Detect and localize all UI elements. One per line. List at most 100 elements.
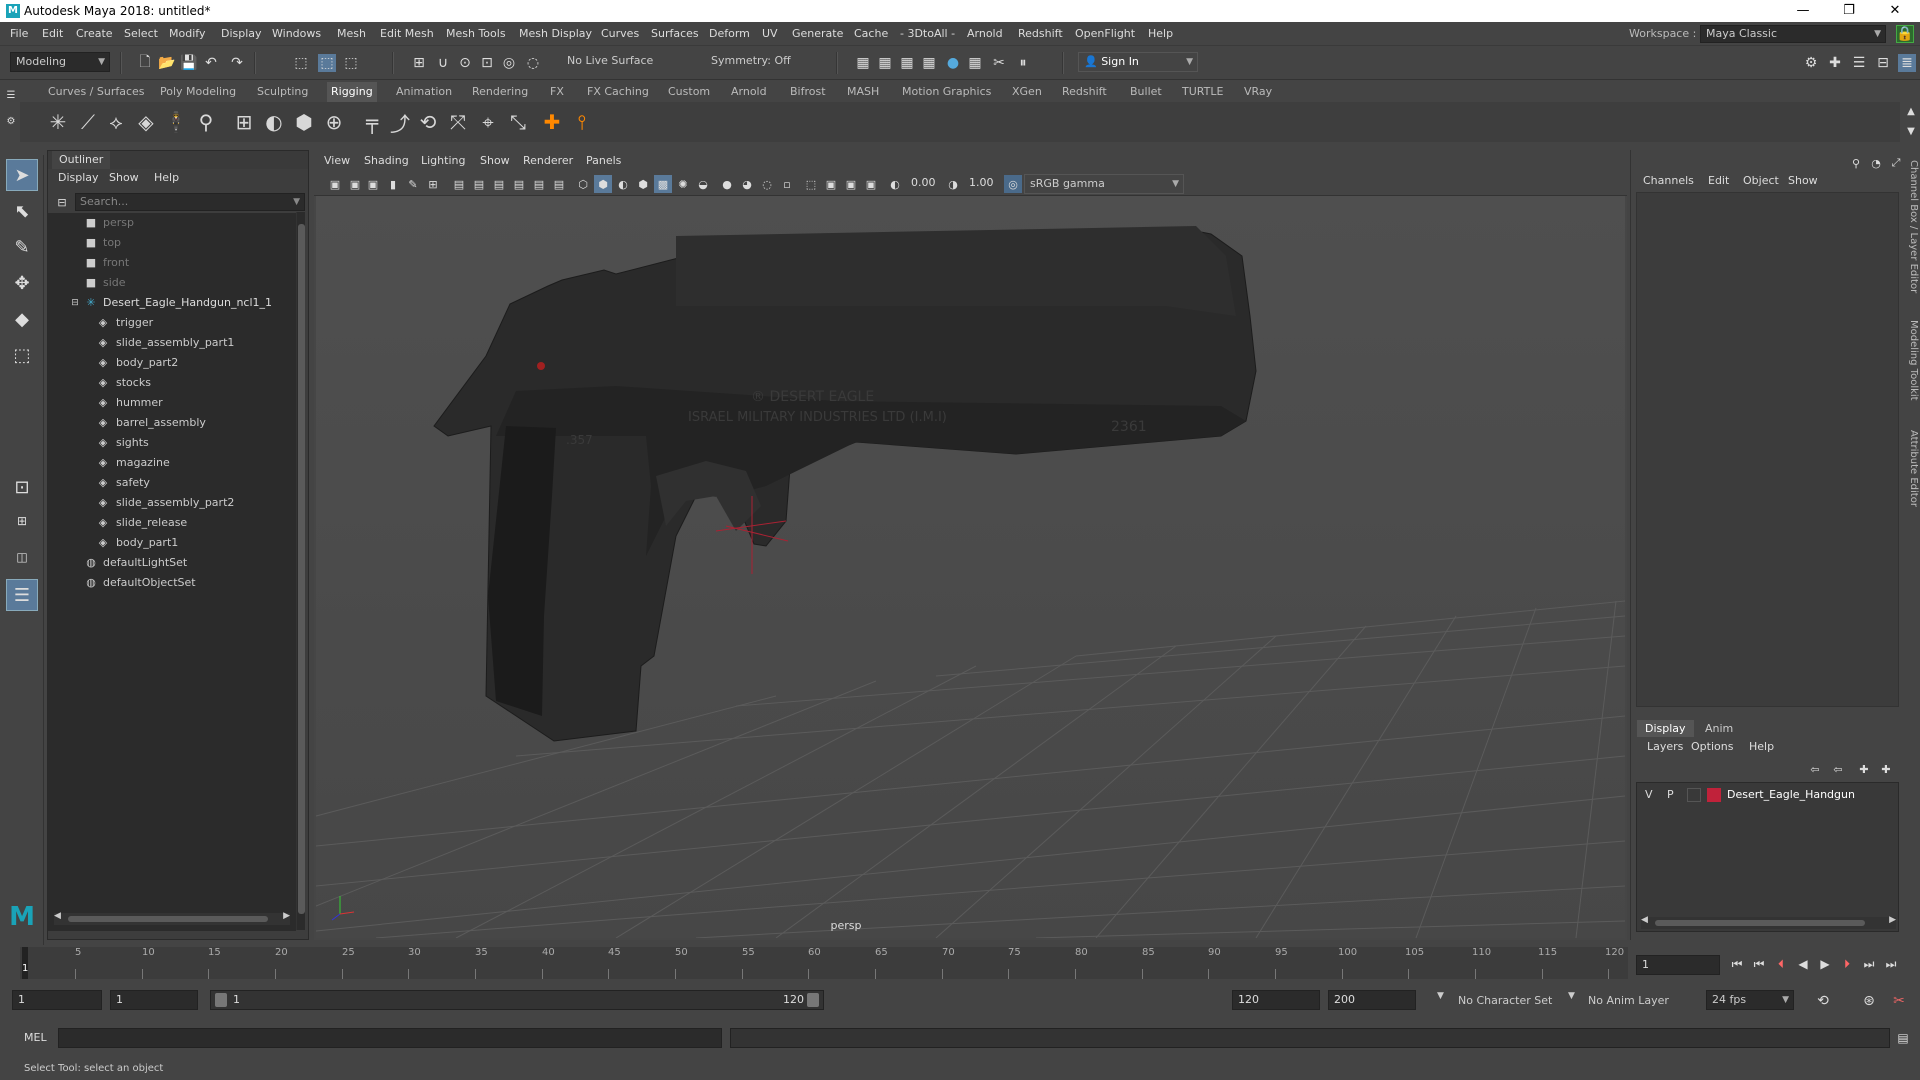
viewport-scene[interactable]: ® DESERT EAGLE ISRAEL MILITARY INDUSTRIE… (315, 196, 1626, 939)
menu-arnold[interactable]: Arnold (967, 27, 1003, 40)
render-settings-icon[interactable]: ▦ (920, 54, 938, 72)
viewport-menu-shading[interactable]: Shading (364, 154, 409, 167)
show-menu[interactable]: Show (1788, 174, 1818, 187)
shelf-tab-animation[interactable]: Animation (396, 85, 452, 98)
skeleton-icon[interactable]: ⚲ (192, 108, 220, 136)
workspace-select[interactable]: Maya Classic ▼ (1700, 25, 1886, 43)
fps-select[interactable]: 24 fps ▼ (1706, 990, 1794, 1010)
menu-openflight[interactable]: OpenFlight (1075, 27, 1135, 40)
undo-icon[interactable]: ↶ (202, 54, 220, 72)
menu-mesh[interactable]: Mesh (337, 27, 366, 40)
playback-end-field[interactable]: 120 (1232, 990, 1320, 1010)
command-input[interactable] (58, 1028, 722, 1048)
hypershade-icon[interactable]: ● (944, 54, 962, 72)
shelf-tab-xgen[interactable]: XGen (1012, 85, 1042, 98)
viewport-menu-lighting[interactable]: Lighting (421, 154, 465, 167)
tree-item-camera[interactable]: ■ side (48, 273, 296, 293)
tree-item-mesh[interactable]: ◈ slide_assembly_part2 (48, 493, 296, 513)
playback-start-field[interactable]: 1 (110, 990, 198, 1010)
live-surface-field[interactable]: No Live Surface (562, 52, 666, 72)
ik-spline-icon[interactable]: ⟡ (102, 108, 130, 136)
isolate-select-icon[interactable]: ⬚ (802, 175, 820, 193)
shelf-tab-fx[interactable]: FX (550, 85, 564, 98)
outliner-menu-help[interactable]: Help (154, 171, 179, 184)
menu-edit-mesh[interactable]: Edit Mesh (380, 27, 434, 40)
outliner-menu-display[interactable]: Display (58, 171, 99, 184)
ambient-occlusion-icon[interactable]: ● (718, 175, 736, 193)
menu-cache[interactable]: Cache (854, 27, 888, 40)
viewport-menu-view[interactable]: View (324, 154, 350, 167)
cluster-handle-icon[interactable]: ⫯ (568, 108, 596, 136)
locator-icon[interactable]: ✚ (538, 108, 566, 136)
time-slider-ticks[interactable]: 1 5 10 15 20 25 30 35 40 45 50 55 60 65 … (20, 947, 1628, 979)
step-back-key-icon[interactable]: ⏮ (1750, 955, 1768, 973)
menu-curves[interactable]: Curves (601, 27, 639, 40)
layer-row[interactable]: V P Desert_Eagle_Handgun (1637, 785, 1898, 805)
use-all-lights-icon[interactable]: ✺ (674, 175, 692, 193)
layer-playback-toggle[interactable]: P (1667, 788, 1674, 801)
auto-key-icon[interactable]: ⊛ (1860, 992, 1878, 1010)
orient-constraint-icon[interactable]: ⤧ (444, 108, 472, 136)
parent-constraint-icon[interactable]: ⌖ (474, 108, 502, 136)
script-language-label[interactable]: MEL (24, 1031, 47, 1044)
tree-item-camera[interactable]: ■ persp (48, 213, 296, 233)
tree-item-camera[interactable]: ■ front (48, 253, 296, 273)
gate-mask-icon[interactable]: ▤ (490, 175, 508, 193)
rotate-tool-icon[interactable]: ◆ (6, 303, 38, 335)
scale-tool-icon[interactable]: ⬚ (6, 339, 38, 371)
motion-blur-icon[interactable]: ◕ (738, 175, 756, 193)
tree-item-mesh[interactable]: ◈ trigger (48, 313, 296, 333)
outliner-menu-show[interactable]: Show (109, 171, 139, 184)
channel-box-pin-icon[interactable]: ⚲ (1847, 154, 1865, 172)
options-menu[interactable]: Options (1691, 740, 1733, 753)
default-material-icon[interactable]: ◐ (614, 175, 632, 193)
ipr-render-icon[interactable]: ▦ (898, 54, 916, 72)
scroll-thumb[interactable] (298, 224, 305, 914)
select-tool-icon[interactable]: ➤ (6, 159, 38, 191)
shelf-tab-custom[interactable]: Custom (668, 85, 710, 98)
snap-point-icon[interactable]: ⊙ (456, 54, 474, 72)
new-scene-icon[interactable]: 🗋 (136, 54, 154, 72)
menu-edit[interactable]: Edit (42, 27, 63, 40)
animation-start-field[interactable]: 1 (12, 990, 102, 1010)
grease-pencil-icon[interactable]: ✎ (404, 175, 422, 193)
shelf-scroll-up-icon[interactable]: ▲ (1902, 102, 1920, 120)
xray-icon[interactable]: ▣ (822, 175, 840, 193)
render-setup-icon[interactable]: ✂ (990, 54, 1008, 72)
viewport-menu-panels[interactable]: Panels (586, 154, 621, 167)
select-object-icon[interactable]: ⬚ (318, 54, 336, 72)
cluster-icon[interactable]: ◐ (260, 108, 288, 136)
smooth-shade-icon[interactable]: ⬢ (594, 175, 612, 193)
toggle-modeling-toolkit-icon[interactable]: ⚙ (1802, 54, 1820, 72)
viewport-menu-renderer[interactable]: Renderer (523, 154, 573, 167)
wireframe-icon[interactable]: ⬡ (574, 175, 592, 193)
outliner-layout-icon[interactable]: ☰ (6, 579, 38, 611)
four-view-icon[interactable]: ⊞ (6, 505, 38, 537)
menu-redshift[interactable]: Redshift (1018, 27, 1063, 40)
tree-item-group[interactable]: ⊟ ✳ Desert_Eagle_Handgun_ncl1_1 (48, 293, 296, 313)
shelf-tab-rendering[interactable]: Rendering (472, 85, 528, 98)
play-forwards-icon[interactable]: ▶ (1816, 955, 1834, 973)
safe-title-icon[interactable]: ▤ (550, 175, 568, 193)
pole-vector-icon[interactable]: ⤡ (504, 108, 532, 136)
shelf-tab-motion-graphics[interactable]: Motion Graphics (902, 85, 991, 98)
current-frame-field[interactable]: 1 (1636, 955, 1720, 975)
layer-color-swatch[interactable] (1707, 788, 1721, 802)
step-forward-key-icon[interactable]: ⏭ (1860, 955, 1878, 973)
menu-modify[interactable]: Modify (169, 27, 205, 40)
scroll-left-icon[interactable]: ◀ (54, 911, 61, 921)
tree-item-mesh[interactable]: ◈ magazine (48, 453, 296, 473)
bind-skin-icon[interactable]: ◈ (132, 108, 160, 136)
range-slider[interactable]: 1 120 (210, 990, 824, 1010)
shelf-scroll-down-icon[interactable]: ▼ (1902, 122, 1920, 140)
exposure-icon[interactable]: ◐ (886, 175, 904, 193)
filter-icon[interactable]: ⊟ (53, 193, 71, 211)
range-end-handle[interactable] (807, 993, 819, 1007)
scroll-left-icon[interactable]: ◀ (1641, 915, 1648, 925)
render-sequence-icon[interactable]: ▦ (876, 54, 894, 72)
save-scene-icon[interactable]: 💾 (180, 54, 198, 72)
wireframe-on-shaded-icon[interactable]: ⬢ (634, 175, 652, 193)
scroll-thumb[interactable] (1655, 920, 1865, 926)
script-editor-icon[interactable]: ▤ (1894, 1029, 1912, 1047)
textured-icon[interactable]: ▩ (654, 175, 672, 193)
